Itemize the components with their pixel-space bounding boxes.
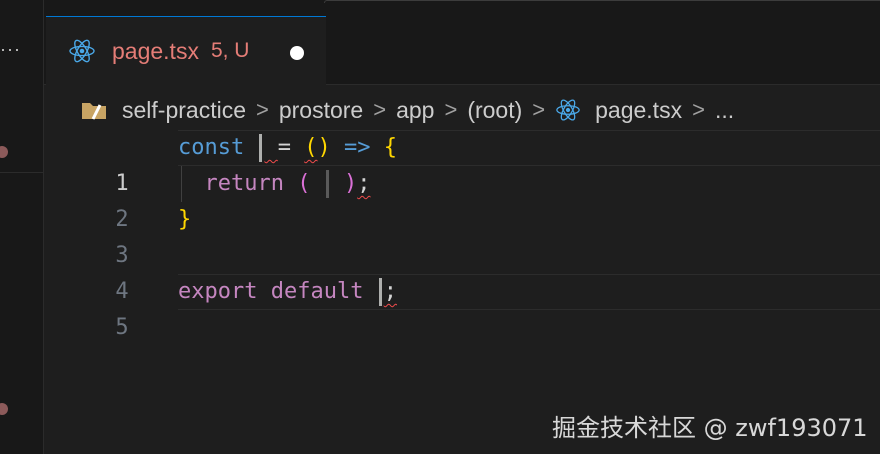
breadcrumb-item[interactable]: page.tsx: [595, 97, 682, 124]
breadcrumb-separator: >: [373, 97, 387, 122]
react-icon: [556, 99, 580, 121]
breadcrumb: self-practice > prostore > app > (root) …: [80, 91, 734, 129]
tab-bar-edge: [324, 0, 880, 3]
code-token: (: [304, 135, 318, 160]
code-token: ;: [383, 279, 397, 304]
text-cursor: [259, 134, 263, 162]
code-line[interactable]: 4: [44, 238, 880, 304]
tab-bar: page.tsx 5, U: [44, 0, 880, 85]
breadcrumb-item[interactable]: self-practice: [122, 97, 246, 124]
more-actions-icon[interactable]: ···: [0, 40, 21, 58]
code-line[interactable]: 5 export default ;: [44, 274, 880, 340]
code-token: ): [317, 135, 331, 160]
react-icon: [69, 39, 95, 63]
breadcrumb-item[interactable]: app: [396, 97, 434, 124]
code-token: =>: [343, 135, 371, 160]
code-token: default: [270, 279, 364, 304]
folder-icon: [82, 103, 106, 120]
code-token: export: [178, 279, 258, 304]
code-editor[interactable]: 1 const = () => { 2 return ( ); 3 } 4 5 …: [44, 130, 880, 454]
breadcrumb-separator: >: [255, 97, 269, 122]
text-cursor: [325, 170, 329, 198]
code-line[interactable]: 1 const = () => {: [44, 130, 880, 196]
sidebar-divider: [0, 172, 44, 173]
code-token: const: [178, 135, 245, 160]
code-token: {: [383, 135, 397, 160]
breadcrumb-item[interactable]: prostore: [279, 97, 363, 124]
breadcrumb-item[interactable]: (root): [467, 97, 522, 124]
modified-dot-icon: [0, 403, 8, 415]
modified-dot-icon: [0, 146, 8, 158]
line-number: 5: [115, 315, 129, 340]
code-token: ;: [357, 171, 371, 196]
code-line[interactable]: 3 }: [44, 202, 880, 268]
code-line[interactable]: 2 return ( );: [44, 166, 880, 232]
code-token: (: [297, 171, 311, 196]
tab-page-tsx[interactable]: page.tsx 5, U: [46, 16, 326, 85]
breadcrumb-separator: >: [444, 97, 458, 122]
tab-problem-status: 5, U: [210, 39, 250, 62]
code-token: =: [277, 135, 291, 160]
watermark: 掘金技术社区 @ zwf193071: [552, 414, 868, 442]
breadcrumb-separator: >: [692, 97, 705, 122]
code-token: ): [343, 171, 358, 196]
code-token: }: [178, 207, 192, 232]
tab-title: page.tsx: [112, 37, 199, 64]
sidebar-strip: ···: [0, 0, 44, 454]
editor-window: ··· page.tsx 5, U self-practice > prosto…: [0, 0, 880, 454]
text-cursor: [378, 278, 382, 306]
breadcrumb-item[interactable]: ...: [715, 97, 734, 124]
unsaved-dot-icon[interactable]: [290, 46, 304, 60]
code-token: return: [204, 171, 284, 196]
breadcrumb-separator: >: [532, 97, 546, 122]
